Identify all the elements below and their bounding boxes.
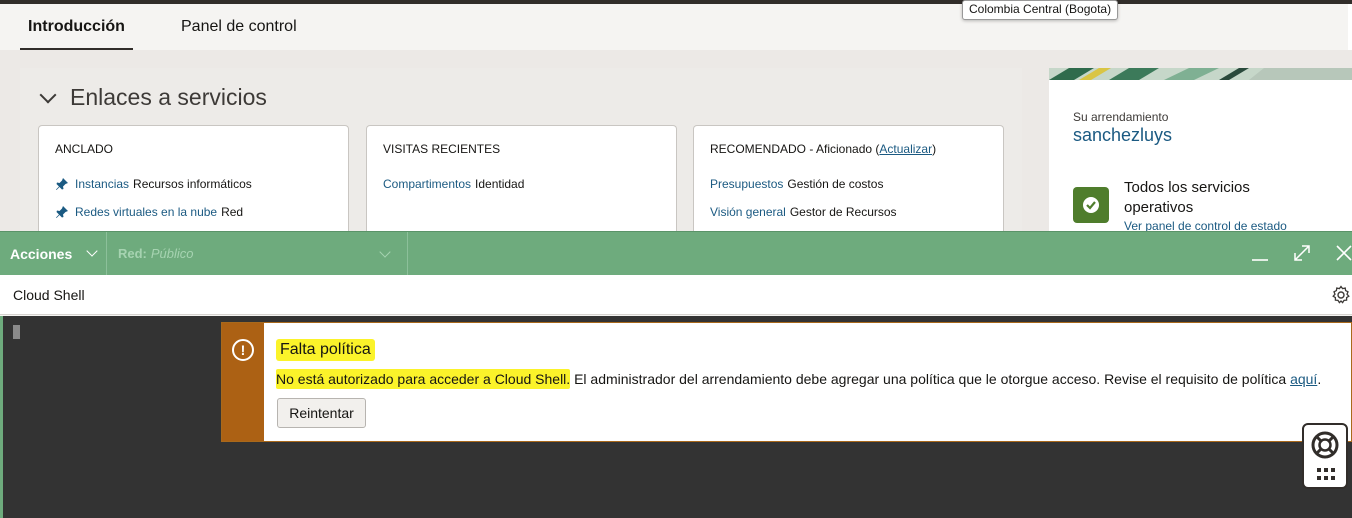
lifebuoy-icon	[1311, 431, 1339, 459]
update-link[interactable]: Actualizar	[879, 142, 932, 156]
region-tooltip: Colombia Central (Bogota)	[962, 0, 1119, 20]
alert-message: No está autorizado para acceder a Cloud …	[276, 369, 1322, 389]
network-label: Red:	[118, 246, 147, 261]
cloudshell-title: Cloud Shell	[13, 287, 85, 303]
pinned-item: Instancias Recursos informáticos	[55, 177, 252, 191]
alert-message-end: .	[1317, 371, 1322, 387]
recent-item: Compartimentos Identidad	[383, 177, 524, 191]
recommended-desc: Gestión de costos	[787, 177, 884, 191]
chevron-down-icon[interactable]	[39, 86, 57, 103]
recent-card: VISITAS RECIENTES Compartimentos Identid…	[366, 125, 677, 235]
pinned-link-instancias[interactable]: Instancias	[75, 177, 129, 191]
pin-icon	[56, 178, 68, 190]
pinned-link-vcn[interactable]: Redes virtuales en la nube	[75, 205, 217, 219]
tabs-edge	[1348, 4, 1352, 50]
retry-button[interactable]: Reintentar	[277, 398, 366, 428]
tenancy-banner-image	[1049, 68, 1352, 80]
tab-panel-de-control[interactable]: Panel de control	[181, 4, 297, 50]
recent-card-title: VISITAS RECIENTES	[383, 142, 501, 156]
check-icon	[1073, 187, 1109, 223]
recommended-link-presupuestos[interactable]: Presupuestos	[710, 177, 783, 191]
network-select[interactable]: Red: Público	[108, 232, 408, 275]
help-button[interactable]	[1302, 423, 1348, 489]
pinned-desc: Red	[221, 205, 244, 219]
alert-title: Falta política	[276, 339, 375, 361]
terminal-cursor	[13, 325, 20, 339]
gear-icon[interactable]	[1331, 285, 1351, 305]
tenancy-name[interactable]: sanchezluys	[1073, 125, 1172, 146]
recommended-item: Presupuestos Gestión de costos	[710, 177, 883, 191]
pinned-card-title: ANCLADO	[55, 142, 114, 156]
recent-link-compartimentos[interactable]: Compartimentos	[383, 177, 471, 191]
actions-label: Acciones	[10, 245, 73, 262]
policy-alert: ! Falta política No está autorizado para…	[221, 322, 1352, 442]
alert-message-text: El administrador del arrendamiento debe …	[570, 371, 1291, 387]
recommended-item: Visión general Gestor de Recursos	[710, 205, 897, 219]
recommended-title-text: RECOMENDADO - Aficionado	[710, 142, 873, 156]
close-icon[interactable]	[1333, 242, 1352, 264]
recommended-card: RECOMENDADO - Aficionado (Actualizar) Pr…	[693, 125, 1004, 235]
policy-link[interactable]: aquí	[1290, 371, 1317, 387]
services-section-header[interactable]: Enlaces a servicios	[39, 84, 267, 111]
alert-message-highlight: No está autorizado para acceder a Cloud …	[276, 369, 571, 389]
pinned-item: Redes virtuales en la nube Red	[55, 205, 243, 219]
maximize-icon[interactable]	[1291, 242, 1313, 264]
cloudshell-header: Cloud Shell	[0, 275, 1352, 315]
chevron-down-icon	[86, 245, 98, 257]
tenancy-card: Su arrendamiento sanchezluys Todos los s…	[1049, 68, 1352, 233]
service-status-text: Todos los servicios operativos	[1124, 179, 1250, 216]
pinned-card: ANCLADO Instancias Recursos informáticos…	[38, 125, 349, 235]
grid-icon	[1317, 468, 1335, 480]
cloudshell-toolbar: Acciones Red: Público	[0, 231, 1352, 275]
tab-bar: Introducción Panel de control	[0, 4, 1352, 50]
network-value: Público	[150, 246, 194, 261]
pin-icon	[56, 206, 68, 218]
recommended-desc: Gestor de Recursos	[789, 205, 897, 219]
tenancy-label: Su arrendamiento	[1073, 110, 1169, 124]
minimize-icon[interactable]	[1249, 242, 1271, 264]
recommended-card-title: RECOMENDADO - Aficionado (Actualizar)	[710, 142, 937, 156]
recent-desc: Identidad	[475, 177, 525, 191]
pinned-desc: Recursos informáticos	[133, 177, 252, 191]
tab-introduccion[interactable]: Introducción	[20, 4, 133, 50]
chevron-down-icon	[379, 246, 391, 258]
recommended-link-vision-general[interactable]: Visión general	[710, 205, 786, 219]
warning-icon: !	[232, 339, 254, 361]
alert-side-bar: !	[222, 323, 264, 441]
actions-menu-button[interactable]: Acciones	[0, 232, 107, 275]
services-section-title: Enlaces a servicios	[70, 84, 267, 110]
